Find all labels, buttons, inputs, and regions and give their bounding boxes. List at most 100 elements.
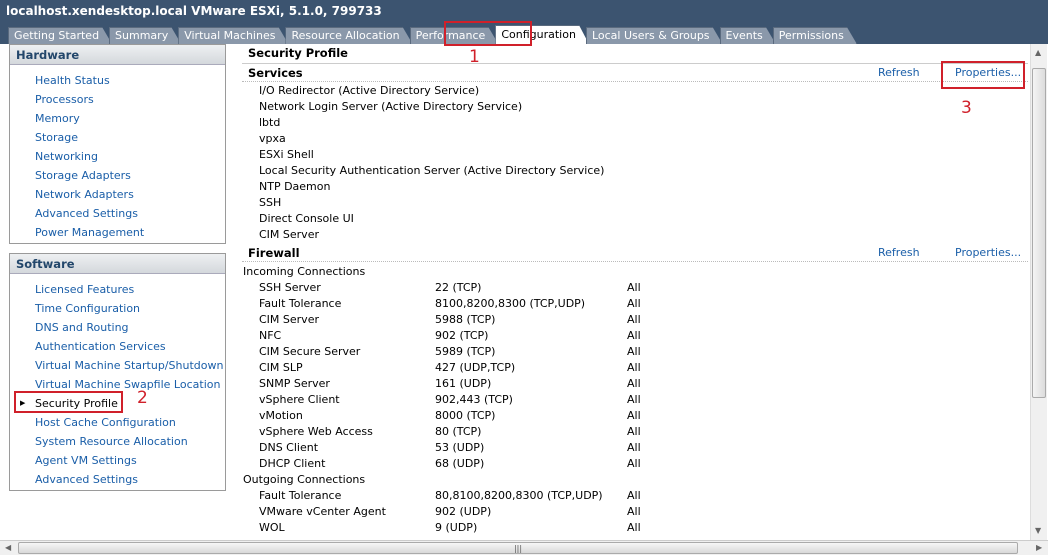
sidebar-item-power-management[interactable]: Power Management bbox=[10, 223, 225, 242]
firewall-rule-ports: 9 (UDP) bbox=[435, 521, 478, 534]
firewall-rule-name: vSphere Web Access bbox=[259, 425, 373, 438]
sidebar-item-time-configuration[interactable]: Time Configuration bbox=[10, 299, 225, 318]
vertical-scrollbar[interactable]: ▲ ▼ bbox=[1030, 44, 1047, 540]
sidebar-item-processors[interactable]: Processors bbox=[10, 90, 225, 109]
sidebar-item-label: Authentication Services bbox=[35, 340, 166, 353]
firewall-rule-name: SSH Server bbox=[259, 281, 321, 294]
firewall-rule-direction: All bbox=[627, 441, 641, 454]
scroll-right-icon[interactable]: ▶ bbox=[1036, 543, 1042, 552]
sidebar-item-system-resource-allocation[interactable]: System Resource Allocation bbox=[10, 432, 225, 451]
service-item: SSH bbox=[259, 196, 282, 209]
software-header: Software bbox=[10, 254, 225, 274]
tab-local-users-groups[interactable]: Local Users & Groups bbox=[586, 27, 723, 44]
sidebar-item-licensed-features[interactable]: Licensed Features bbox=[10, 280, 225, 299]
window-title: localhost.xendesktop.local VMware ESXi, … bbox=[6, 4, 382, 18]
tab-virtual-machines[interactable]: Virtual Machines bbox=[178, 27, 288, 44]
tab-bar: Getting Started Summary Virtual Machines Re… bbox=[8, 25, 854, 44]
firewall-rule-ports: 80,8100,8200,8300 (TCP,UDP) bbox=[435, 489, 603, 502]
sidebar-item-advanced-settings[interactable]: Advanced Settings bbox=[10, 470, 225, 489]
service-item: NTP Daemon bbox=[259, 180, 331, 193]
firewall-rule-ports: 902,443 (TCP) bbox=[435, 393, 513, 406]
sidebar-item-storage[interactable]: Storage bbox=[10, 128, 225, 147]
service-item: lbtd bbox=[259, 116, 281, 129]
tab-permissions[interactable]: Permissions bbox=[773, 27, 857, 44]
firewall-rule-name: vMotion bbox=[259, 409, 303, 422]
firewall-rule-direction: All bbox=[627, 345, 641, 358]
sidebar-item-label: Virtual Machine Startup/Shutdown bbox=[35, 359, 224, 372]
firewall-rule-direction: All bbox=[627, 457, 641, 470]
annotation-box-1 bbox=[444, 21, 532, 46]
service-item: Direct Console UI bbox=[259, 212, 354, 225]
divider bbox=[242, 81, 1028, 82]
firewall-rule-direction: All bbox=[627, 409, 641, 422]
sidebar-item-dns-and-routing[interactable]: DNS and Routing bbox=[10, 318, 225, 337]
incoming-connections-label: Incoming Connections bbox=[243, 265, 366, 278]
firewall-rule-name: VMware vCenter Agent bbox=[259, 505, 386, 518]
firewall-rule-ports: 80 (TCP) bbox=[435, 425, 482, 438]
outgoing-connections-label: Outgoing Connections bbox=[243, 473, 366, 486]
annotation-label-3: 3 bbox=[961, 98, 972, 118]
firewall-rule-name: NFC bbox=[259, 329, 282, 342]
service-item: I/O Redirector (Active Directory Service… bbox=[259, 84, 480, 97]
firewall-refresh-link[interactable]: Refresh bbox=[878, 246, 920, 259]
firewall-rule-name: CIM Secure Server bbox=[259, 345, 361, 358]
firewall-rule-ports: 53 (UDP) bbox=[435, 441, 485, 454]
firewall-rule-ports: 902 (UDP) bbox=[435, 505, 492, 518]
hardware-panel: Hardware Health Status Processors Memory St… bbox=[9, 44, 226, 244]
sidebar-item-advanced-settings[interactable]: Advanced Settings bbox=[10, 204, 225, 223]
firewall-rule-name: vSphere Client bbox=[259, 393, 340, 406]
firewall-rule-ports: 68 (UDP) bbox=[435, 457, 485, 470]
sidebar-item-health-status[interactable]: Health Status bbox=[10, 71, 225, 90]
firewall-rule-ports: 5988 (TCP) bbox=[435, 313, 496, 326]
annotation-box-3 bbox=[941, 61, 1025, 89]
security-profile-content: Security Profile Services Refresh Proper… bbox=[240, 44, 1030, 540]
horizontal-scroll-thumb[interactable]: ||| bbox=[18, 542, 1018, 554]
sidebar-item-networking[interactable]: Networking bbox=[10, 147, 225, 166]
horizontal-scrollbar[interactable]: ◀ ||| ▶ bbox=[0, 540, 1048, 555]
scroll-up-icon[interactable]: ▲ bbox=[1035, 48, 1041, 57]
firewall-rule-ports: 8000 (TCP) bbox=[435, 409, 496, 422]
tab-getting-started[interactable]: Getting Started bbox=[8, 27, 112, 44]
tab-summary[interactable]: Summary bbox=[109, 27, 181, 44]
firewall-rule-direction: All bbox=[627, 505, 641, 518]
firewall-properties-link[interactable]: Properties... bbox=[955, 246, 1021, 259]
services-refresh-link[interactable]: Refresh bbox=[878, 66, 920, 79]
firewall-rule-direction: All bbox=[627, 313, 641, 326]
annotation-label-1: 1 bbox=[469, 47, 480, 67]
firewall-rule-ports: 22 (TCP) bbox=[435, 281, 482, 294]
firewall-rule-direction: All bbox=[627, 297, 641, 310]
software-panel: Software Licensed Features Time Configura… bbox=[9, 253, 226, 491]
sidebar-item-label: Virtual Machine Swapfile Location bbox=[35, 378, 221, 391]
vertical-scroll-thumb[interactable] bbox=[1032, 68, 1046, 398]
firewall-rule-name: DHCP Client bbox=[259, 457, 326, 470]
service-item: vpxa bbox=[259, 132, 286, 145]
scroll-left-icon[interactable]: ◀ bbox=[5, 543, 11, 552]
service-item: Local Security Authentication Server (Ac… bbox=[259, 164, 605, 177]
firewall-rule-name: WOL bbox=[259, 521, 285, 534]
scroll-down-icon[interactable]: ▼ bbox=[1035, 526, 1041, 535]
tab-events[interactable]: Events bbox=[720, 27, 776, 44]
sidebar-item-label: System Resource Allocation bbox=[35, 435, 188, 448]
service-item: CIM Server bbox=[259, 228, 319, 241]
annotation-label-2: 2 bbox=[137, 388, 148, 408]
firewall-rule-name: Fault Tolerance bbox=[259, 489, 342, 502]
firewall-rule-direction: All bbox=[627, 361, 641, 374]
firewall-rule-name: CIM Server bbox=[259, 313, 319, 326]
service-item: ESXi Shell bbox=[259, 148, 314, 161]
firewall-rule-ports: 427 (UDP,TCP) bbox=[435, 361, 516, 374]
annotation-box-2 bbox=[14, 391, 123, 413]
sidebar-item-network-adapters[interactable]: Network Adapters bbox=[10, 185, 225, 204]
sidebar-item-storage-adapters[interactable]: Storage Adapters bbox=[10, 166, 225, 185]
firewall-rule-ports: 902 (TCP) bbox=[435, 329, 489, 342]
sidebar-item-virtual-machine-startup-shutdown[interactable]: Virtual Machine Startup/Shutdown bbox=[10, 356, 225, 375]
firewall-rule-direction: All bbox=[627, 425, 641, 438]
firewall-rule-direction: All bbox=[627, 281, 641, 294]
sidebar-item-authentication-services[interactable]: Authentication Services bbox=[10, 337, 225, 356]
tab-resource-allocation[interactable]: Resource Allocation bbox=[285, 27, 412, 44]
sidebar-item-agent-vm-settings[interactable]: Agent VM Settings bbox=[10, 451, 225, 470]
firewall-rule-name: SNMP Server bbox=[259, 377, 330, 390]
firewall-heading: Firewall bbox=[248, 246, 300, 260]
sidebar-item-label: Licensed Features bbox=[35, 283, 135, 296]
sidebar-item-memory[interactable]: Memory bbox=[10, 109, 225, 128]
sidebar-item-host-cache-configuration[interactable]: Host Cache Configuration bbox=[10, 413, 225, 432]
